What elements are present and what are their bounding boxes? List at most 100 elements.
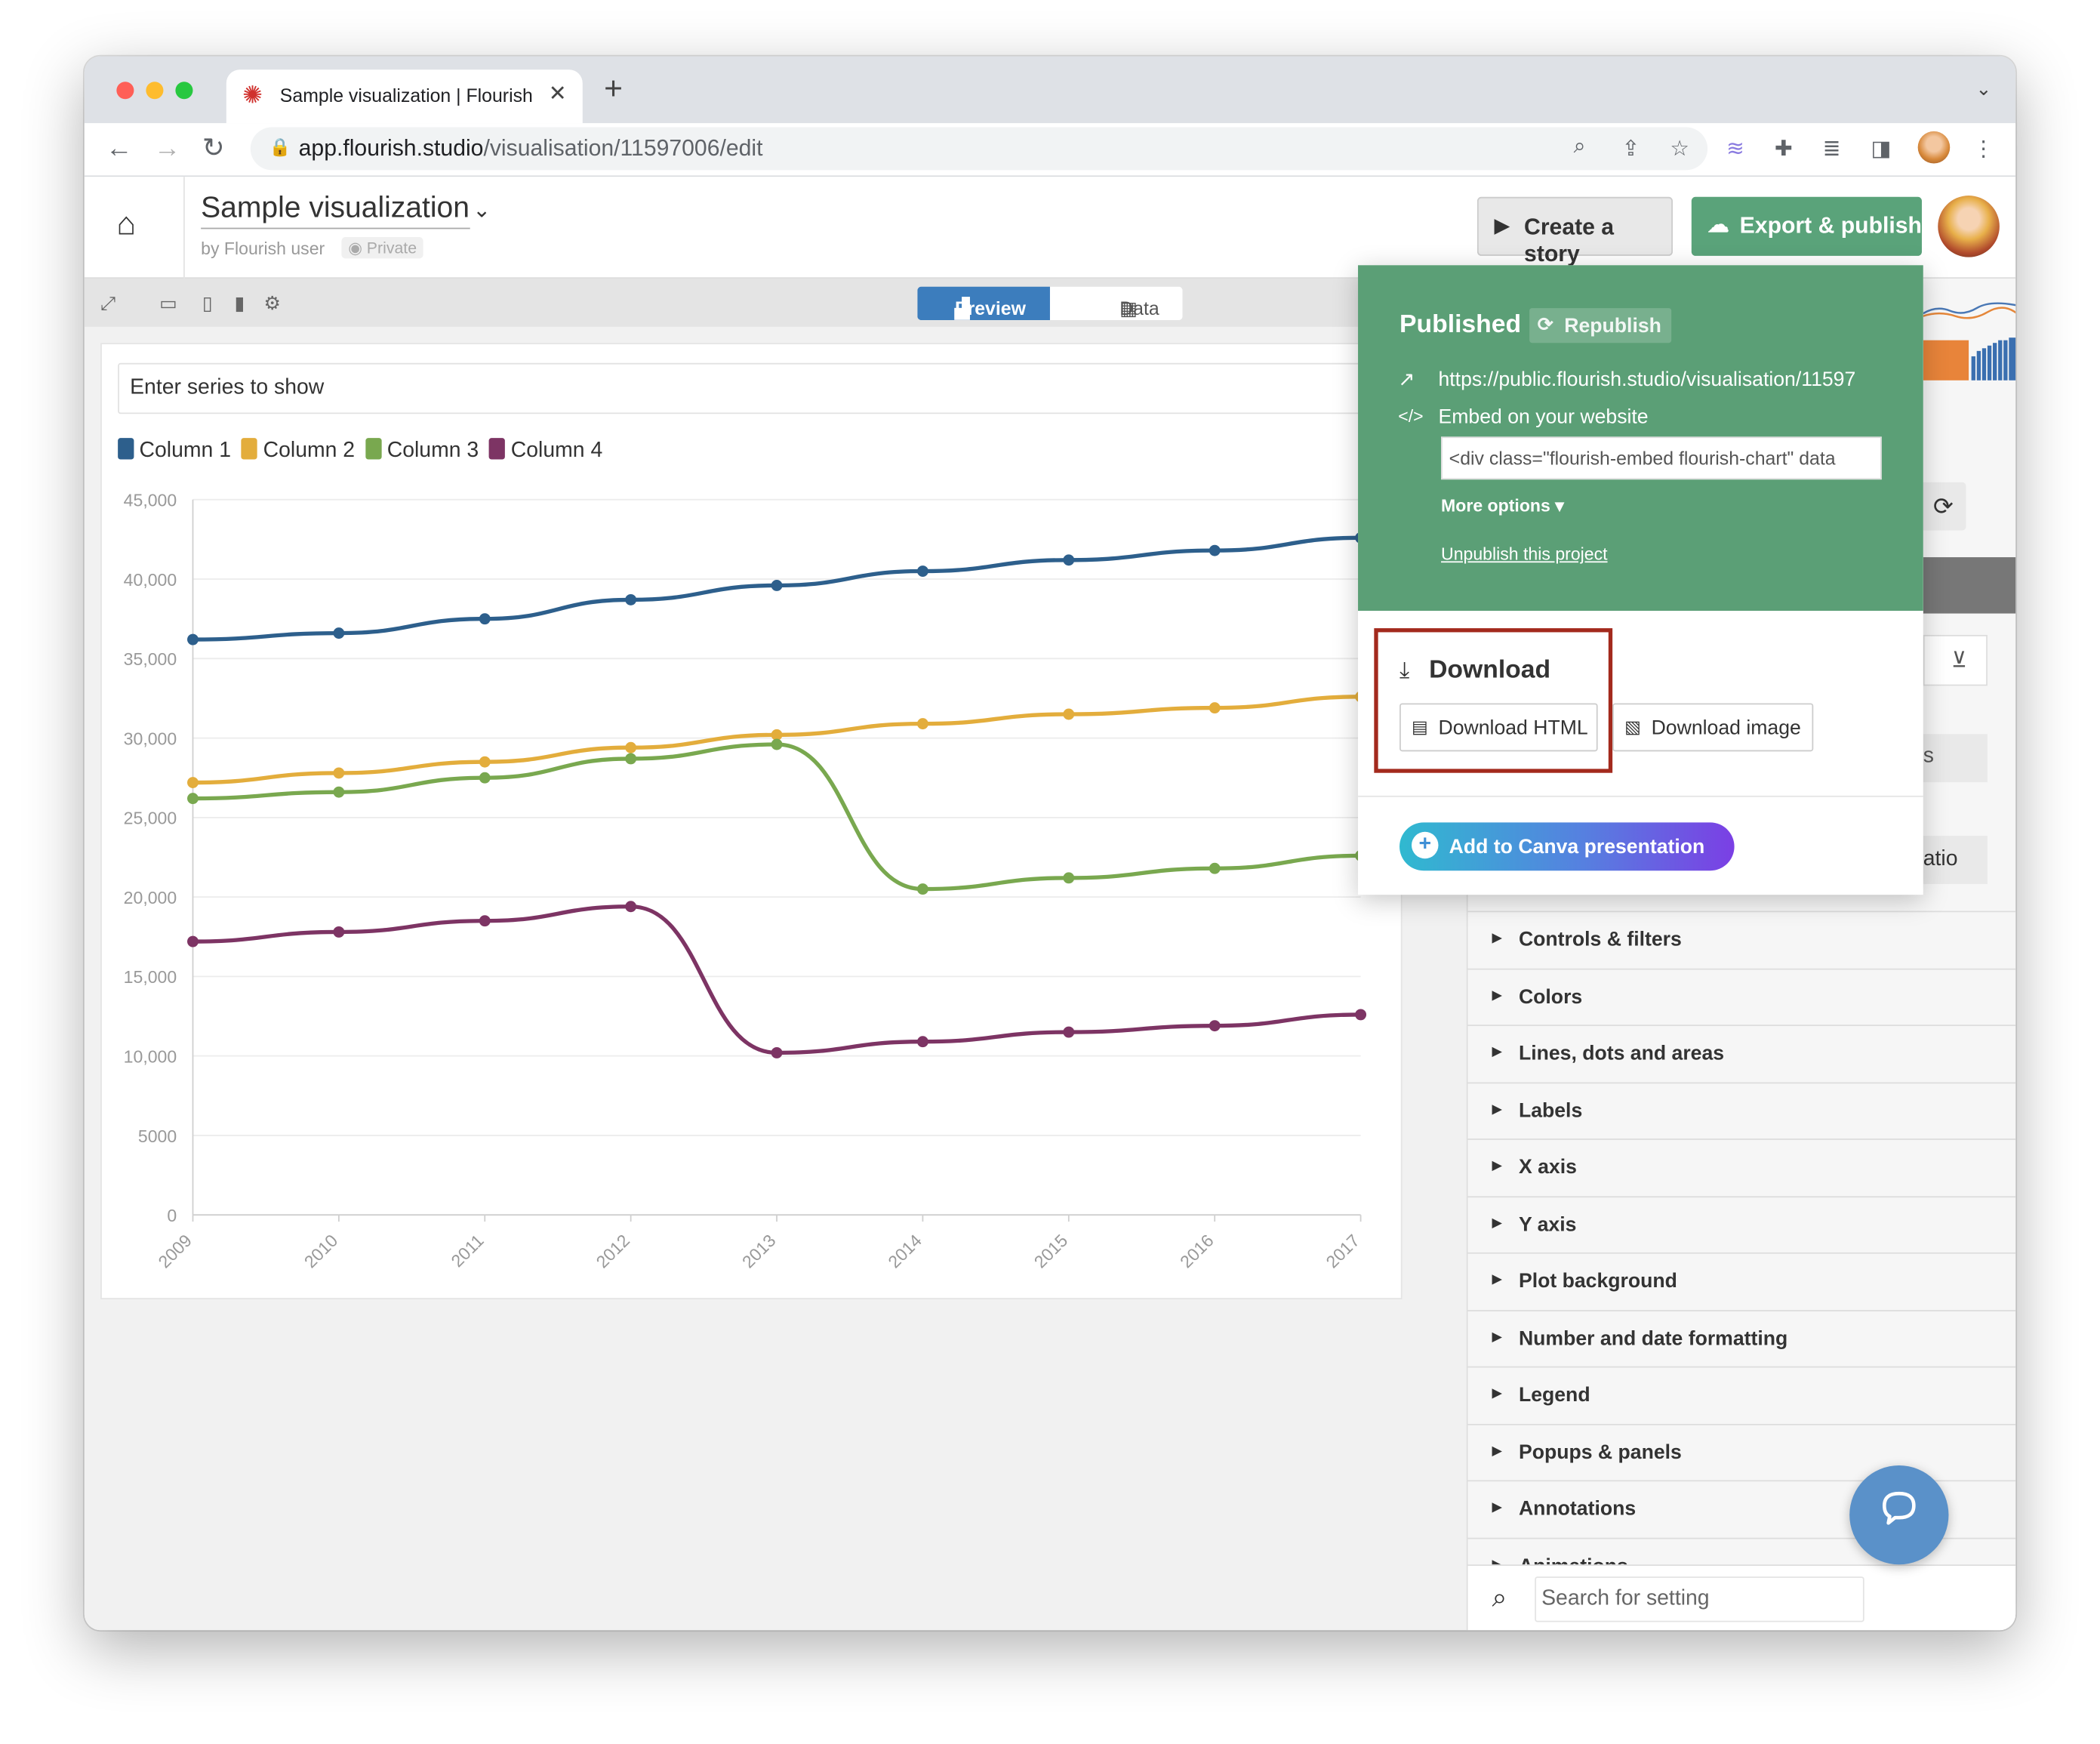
reload-icon[interactable]: ↻: [202, 133, 225, 165]
public-url-link[interactable]: https://public.flourish.studio/visualisa…: [1438, 368, 1855, 391]
help-chat-button[interactable]: [1849, 1465, 1949, 1565]
thumbnail-line-preview: [1923, 302, 2016, 319]
settings-section-1[interactable]: ▶ Colors: [1467, 967, 2016, 1025]
data-point: [479, 915, 491, 927]
line-chart: 0 5000 10,000 15,000 20,000 25,000 30,000 35,00…: [124, 491, 1367, 1272]
series-filter-input[interactable]: [118, 362, 1388, 414]
legend-swatch: [489, 438, 506, 460]
plus-circle-icon: +: [1412, 831, 1439, 859]
x-tick-label: 2017: [1322, 1231, 1363, 1272]
bookmark-star-icon[interactable]: ☆: [1670, 135, 1689, 162]
embed-code-field[interactable]: [1441, 436, 1882, 480]
add-to-canva-button[interactable]: + Add to Canva presentation: [1399, 822, 1735, 871]
legend-item[interactable]: Column 4: [489, 438, 602, 464]
y-tick-label: 45,000: [124, 491, 177, 510]
settings-section-label: Plot background: [1518, 1269, 1677, 1293]
view-switcher: ▟ Preview ▦ Data: [917, 286, 1183, 321]
x-tick-label: 2016: [1176, 1231, 1218, 1272]
maximize-window-button[interactable]: [175, 82, 193, 100]
settings-section-4[interactable]: ▶ X axis: [1467, 1139, 2016, 1196]
gear-icon[interactable]: ⚙: [264, 294, 281, 313]
tab-preview[interactable]: ▟ Preview: [917, 286, 1050, 321]
aspect-ratio-button[interactable]: atio: [1923, 836, 1988, 884]
legend-label: Column 4: [510, 439, 603, 463]
refresh-icon[interactable]: ⟳: [1920, 482, 1966, 531]
side-panel-icon[interactable]: ◨: [1871, 135, 1892, 162]
settings-section-7[interactable]: ▶ Number and date formatting: [1467, 1309, 2016, 1367]
data-point: [916, 883, 928, 895]
legend-label: Column 3: [386, 439, 479, 463]
settings-section-8[interactable]: ▶ Legend: [1467, 1366, 2016, 1424]
browser-toolbar: ← → ↻ 🔒 app.flourish.studio/visualisatio…: [84, 123, 2016, 177]
settings-search-bar: ⌕: [1467, 1564, 2016, 1631]
template-thumbnail[interactable]: [1923, 297, 2016, 381]
tablet-view-icon[interactable]: ▯: [202, 294, 213, 313]
y-tick-label: 30,000: [124, 729, 177, 748]
file-code-icon: ▤: [1412, 716, 1428, 737]
visualization-title[interactable]: Sample visualization: [201, 190, 470, 230]
settings-section-3[interactable]: ▶ Labels: [1467, 1081, 2016, 1139]
data-point: [1209, 702, 1221, 714]
republish-button[interactable]: ⟳ Republish: [1529, 308, 1672, 344]
puzzle-extensions-icon[interactable]: ✚: [1775, 135, 1793, 162]
legend-item[interactable]: Column 1: [118, 438, 231, 464]
new-tab-button[interactable]: +: [604, 73, 623, 106]
address-bar[interactable]: 🔒 app.flourish.studio/visualisation/1159…: [250, 127, 1708, 171]
settings-dropdown[interactable]: ⊻: [1923, 634, 1988, 686]
y-tick-label: 35,000: [124, 649, 177, 669]
back-arrow-icon[interactable]: ←: [106, 133, 132, 165]
minimize-window-button[interactable]: [146, 82, 164, 100]
export-publish-menu: Published ⟳ Republish ↗ https://public.f…: [1358, 265, 1923, 895]
create-story-button[interactable]: ▶ Create a story: [1476, 196, 1673, 267]
forward-arrow-icon[interactable]: →: [154, 133, 180, 165]
reading-list-icon[interactable]: ≣: [1823, 135, 1841, 162]
screenshot-stage: ✺ Sample visualization | Flourish ✕ + ⌄ …: [0, 0, 2100, 1744]
share-icon[interactable]: ⇪: [1622, 135, 1640, 162]
tab-data[interactable]: ▦ Data: [1049, 286, 1183, 321]
download-html-button[interactable]: ▤ Download HTML: [1399, 703, 1598, 752]
tab-search-chevron-icon[interactable]: ⌄: [1975, 78, 1991, 100]
lock-icon: 🔒: [269, 136, 291, 157]
settings-section-6[interactable]: ▶ Plot background: [1467, 1252, 2016, 1310]
zoom-icon[interactable]: ⌕: [1574, 135, 1586, 159]
flourish-header: ⌂ Sample visualization ⌄ by Flourish use…: [84, 177, 2016, 279]
unpublish-link[interactable]: Unpublish this project: [1441, 544, 1608, 564]
settings-section-label: Lines, dots and areas: [1518, 1042, 1725, 1065]
data-point: [1063, 1026, 1075, 1038]
data-point: [1355, 1009, 1367, 1021]
legend-swatch: [365, 438, 382, 460]
url-text: app.flourish.studio/visualisation/115970…: [298, 135, 763, 161]
data-point: [479, 772, 491, 784]
settings-option-button[interactable]: s: [1923, 734, 1988, 783]
legend-swatch: [242, 438, 258, 460]
cloud-upload-icon: ☁: [1707, 214, 1729, 238]
browser-tab-bar: ✺ Sample visualization | Flourish ✕ + ⌄: [84, 56, 2016, 124]
close-tab-icon[interactable]: ✕: [549, 80, 567, 106]
user-avatar[interactable]: [1938, 196, 2000, 257]
settings-section-2[interactable]: ▶ Lines, dots and areas: [1467, 1025, 2016, 1082]
settings-section-label: Popups & panels: [1518, 1440, 1682, 1464]
fullscreen-icon[interactable]: ⤢: [100, 294, 115, 313]
browser-menu-icon[interactable]: ⋮: [1972, 135, 1994, 162]
browser-profile-avatar[interactable]: [1917, 131, 1951, 164]
more-options-toggle[interactable]: More options ▾: [1441, 495, 1564, 516]
desktop-view-icon[interactable]: ▭: [159, 294, 177, 313]
legend-item[interactable]: Column 2: [242, 438, 355, 464]
data-point: [1063, 708, 1075, 720]
mobile-view-icon[interactable]: ▮: [234, 294, 245, 313]
settings-section-0[interactable]: ▶ Controls & filters: [1467, 911, 2016, 968]
x-tick-label: 2009: [154, 1231, 196, 1272]
legend-item[interactable]: Column 3: [365, 438, 479, 464]
extension-icon[interactable]: ≋: [1726, 135, 1744, 162]
refresh-icon: ⟳: [1537, 313, 1553, 335]
settings-section-label: Legend: [1518, 1383, 1590, 1407]
chevron-down-icon[interactable]: ⌄: [473, 197, 491, 223]
close-window-button[interactable]: [116, 82, 134, 100]
settings-search-input[interactable]: [1535, 1576, 1864, 1622]
download-heading: Download: [1429, 656, 1551, 685]
browser-tab[interactable]: ✺ Sample visualization | Flourish ✕: [226, 69, 583, 124]
download-image-button[interactable]: ▧ Download image: [1612, 703, 1814, 752]
settings-section-5[interactable]: ▶ Y axis: [1467, 1195, 2016, 1253]
home-icon[interactable]: ⌂: [116, 206, 136, 244]
export-publish-button[interactable]: ☁ Export & publish: [1691, 196, 1922, 256]
